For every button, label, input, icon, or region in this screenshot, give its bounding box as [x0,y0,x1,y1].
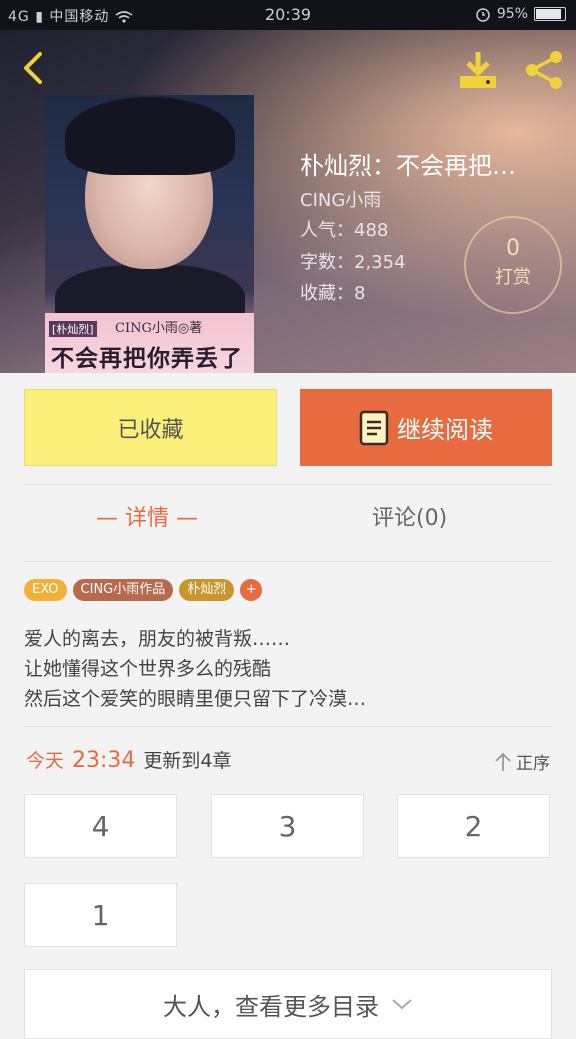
tab-details[interactable]: — 详情 — [96,500,198,532]
book-icon [359,410,389,445]
chapter-cell[interactable]: 4 [24,794,177,858]
book-title: 朴灿烈：不会再把… [300,152,516,180]
continue-reading-label: 继续阅读 [397,416,493,444]
tip-count: 0 [506,236,520,261]
book-author[interactable]: CING小雨 [300,186,381,212]
sort-label: 正序 [516,754,550,774]
divider [24,726,552,727]
book-header: [朴灿烈] CING小雨◎著 不会再把你弄丢了 朴灿烈：不会再把… CING小雨… [0,30,576,373]
download-icon[interactable] [456,48,500,92]
divider [24,484,552,485]
book-word-count: 字数：2,354 [300,252,406,273]
cover-author: CING小雨◎著 [115,321,203,336]
cover-title: 不会再把你弄丢了 [51,345,243,372]
back-icon[interactable] [16,50,52,86]
sort-button[interactable]: 正序 [494,749,550,774]
add-tag-button[interactable]: + [240,579,263,601]
tag-list: EXO CING小雨作品 朴灿烈 + [24,579,263,601]
favorited-button[interactable]: 已收藏 [24,389,277,466]
synopsis: 爱人的离去，朋友的被背叛…… 让她懂得这个世界多么的残酷 然后这个爱笑的眼睛里便… [24,624,554,714]
share-icon[interactable] [522,48,566,92]
synopsis-line: 爱人的离去，朋友的被背叛…… [24,628,291,650]
divider [24,561,552,562]
view-more-directory-button[interactable]: 大人，查看更多目录 [24,969,552,1039]
book-popularity: 人气：488 [300,220,389,241]
update-day: 今天 [26,750,65,772]
tip-label: 打赏 [495,267,531,288]
cover-tag: [朴灿烈] [49,321,97,337]
chevron-down-icon [392,999,412,1010]
alarm-icon [476,8,490,22]
chapter-cell[interactable]: 3 [211,794,364,858]
sort-up-arrow-icon [495,752,511,771]
chapter-cell[interactable]: 2 [397,794,550,858]
tab-comments[interactable]: 评论(0) [372,500,447,532]
status-bar: 4G ▮ 中国移动 20:39 95% [0,0,576,30]
favorited-label: 已收藏 [117,417,184,443]
battery-icon [534,7,566,21]
update-time: 23:34 [72,748,136,773]
chapter-cell[interactable]: 1 [24,883,177,947]
tag-chip[interactable]: 朴灿烈 [179,579,235,601]
tag-chip[interactable]: EXO [24,579,67,601]
book-favorites: 收藏：8 [300,283,366,304]
continue-reading-button[interactable]: 继续阅读 [300,389,552,466]
tip-button[interactable]: 0 打赏 [464,216,562,314]
update-text: 更新到4章 [143,750,232,772]
battery-percent: 95% [496,6,528,22]
tag-chip[interactable]: CING小雨作品 [72,579,174,601]
book-cover[interactable]: [朴灿烈] CING小雨◎著 不会再把你弄丢了 [45,95,254,373]
synopsis-line: 让她懂得这个世界多么的残酷 [24,658,272,680]
view-more-label: 大人，查看更多目录 [163,992,379,1021]
synopsis-line: 然后这个爱笑的眼睛里便只留下了冷漠… [24,688,367,710]
update-info: 今天 23:34 更新到4章 [26,746,232,773]
